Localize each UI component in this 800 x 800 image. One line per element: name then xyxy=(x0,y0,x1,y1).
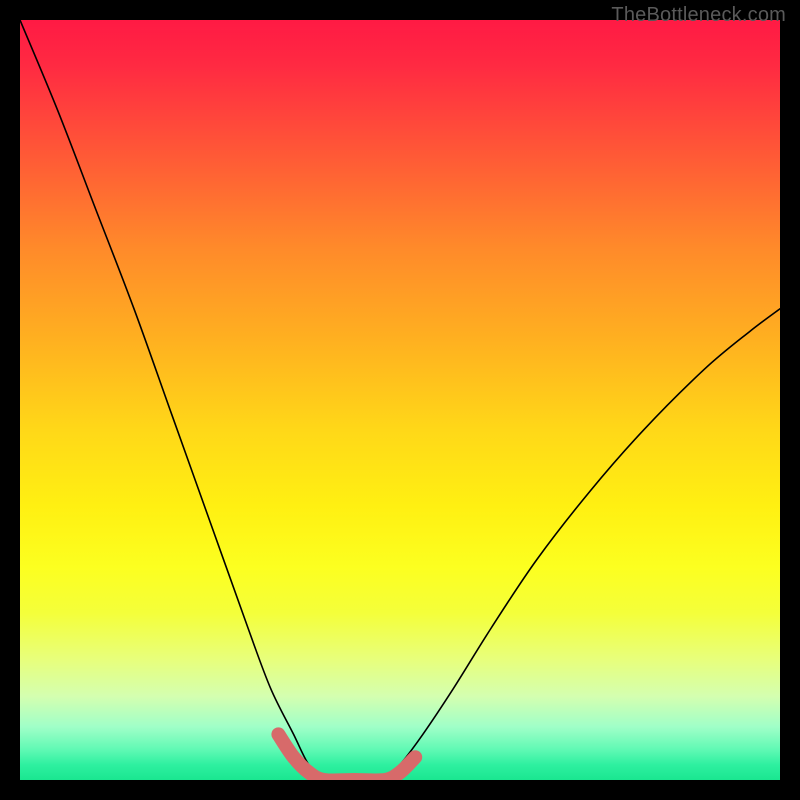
curves-svg xyxy=(20,20,780,780)
plot-area xyxy=(20,20,780,780)
valley-highlight xyxy=(278,734,415,780)
watermark-text: TheBottleneck.com xyxy=(611,4,786,27)
right-curve xyxy=(385,309,780,780)
chart-frame: TheBottleneck.com xyxy=(0,0,800,800)
left-curve xyxy=(20,20,324,780)
